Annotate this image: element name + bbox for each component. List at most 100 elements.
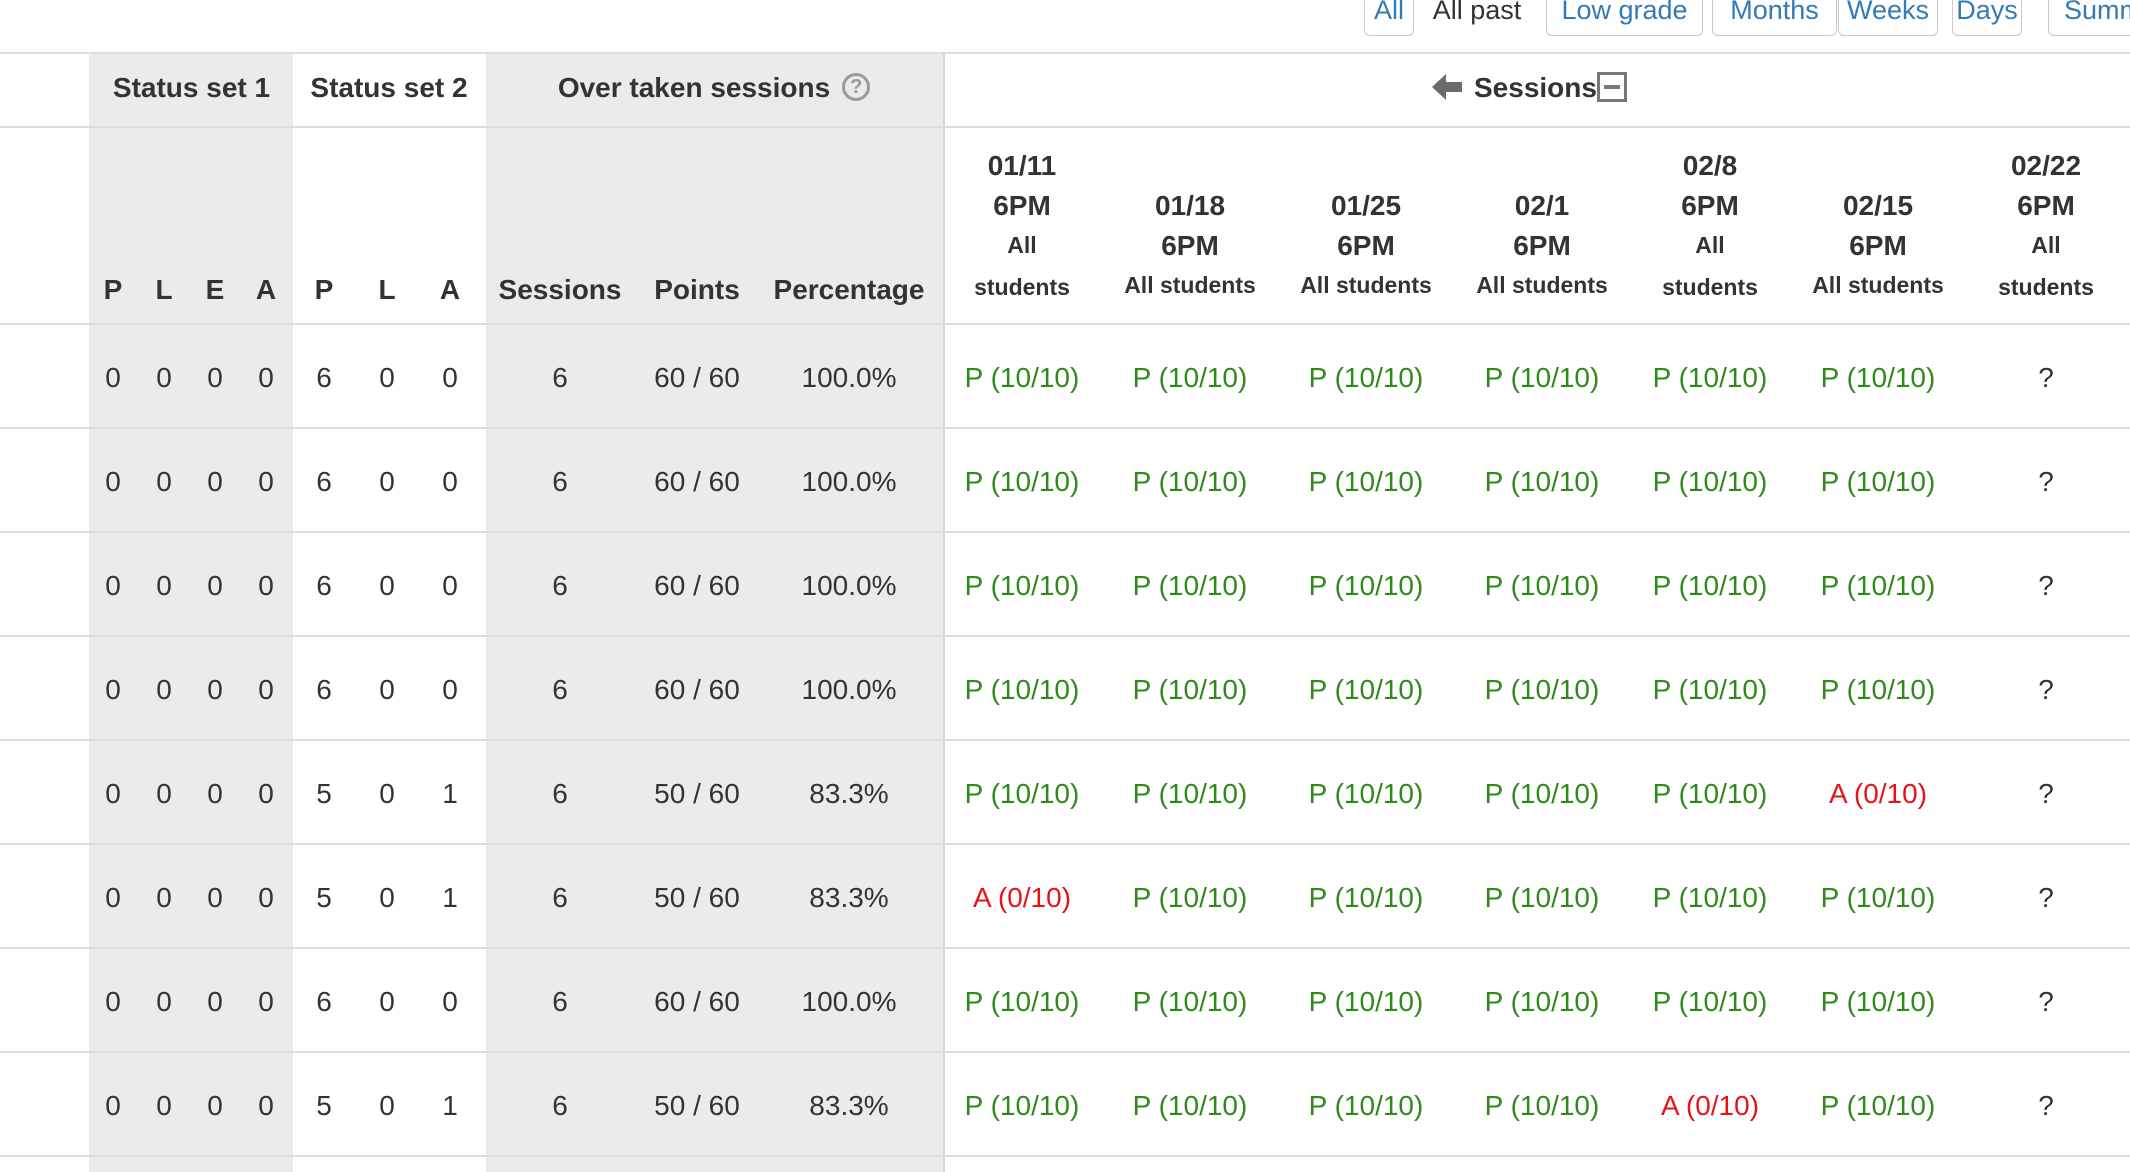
session-status-cell[interactable]: A (0/10)	[1625, 1092, 1795, 1120]
session-status-cell[interactable]: P (10/10)	[1625, 780, 1795, 808]
cell-set1: 0	[105, 778, 121, 809]
group-divider	[483, 53, 486, 1172]
session-status-cell[interactable]: P (10/10)	[1793, 1092, 1963, 1120]
session-date: 01/25	[1330, 190, 1402, 221]
sessions-label: Sessions	[1474, 72, 1597, 103]
session-status-cell[interactable]: P (10/10)	[1625, 676, 1795, 704]
session-status-cell[interactable]: P (10/10)	[1281, 884, 1451, 912]
cell-set2: 0	[442, 674, 458, 705]
row-divider	[0, 323, 2130, 325]
session-status-cell[interactable]: P (10/10)	[1281, 468, 1451, 496]
row-divider	[0, 635, 2130, 637]
session-status-cell[interactable]: P (10/10)	[1457, 364, 1627, 392]
row-divider	[0, 52, 2130, 54]
column-header-set1-l: L	[155, 274, 173, 305]
session-status-cell[interactable]: A (0/10)	[937, 884, 1107, 912]
session-status-cell[interactable]: P (10/10)	[1105, 572, 1275, 600]
row-divider	[0, 427, 2130, 429]
over-taken-sessions-label: Over taken sessions	[557, 72, 831, 103]
session-status-cell[interactable]: P (10/10)	[1793, 988, 1963, 1016]
session-status-cell[interactable]: P (10/10)	[1625, 988, 1795, 1016]
session-time: 6PM	[1849, 230, 1907, 261]
cell-set1: 0	[258, 466, 274, 497]
session-status-cell[interactable]: P (10/10)	[1281, 676, 1451, 704]
session-status-cell[interactable]: P (10/10)	[1793, 468, 1963, 496]
session-status-cell: ?	[2038, 466, 2054, 497]
cell-sessions: 6	[552, 362, 568, 393]
cell-points: 50 / 60	[654, 778, 740, 809]
session-status-cell[interactable]: P (10/10)	[1625, 468, 1795, 496]
session-status-cell[interactable]: P (10/10)	[1457, 988, 1627, 1016]
session-status-cell[interactable]: P (10/10)	[1625, 884, 1795, 912]
question-circle-icon[interactable]: ?	[842, 72, 871, 101]
cell-percentage: 100.0%	[801, 362, 897, 393]
cell-set2: 6	[316, 362, 332, 393]
session-status-cell[interactable]: P (10/10)	[1281, 572, 1451, 600]
session-status-cell[interactable]: P (10/10)	[937, 780, 1107, 808]
cell-points: 60 / 60	[654, 466, 740, 497]
session-group: All	[1007, 232, 1037, 258]
session-status-cell[interactable]: P (10/10)	[1105, 676, 1275, 704]
session-group: students	[1998, 274, 2094, 300]
session-status-cell[interactable]: P (10/10)	[1105, 468, 1275, 496]
column-header-set2-l: L	[378, 274, 396, 305]
session-status-cell[interactable]: P (10/10)	[1625, 364, 1795, 392]
session-date: 02/1	[1514, 190, 1570, 221]
session-status-cell[interactable]: P (10/10)	[937, 572, 1107, 600]
cell-set1: 0	[207, 466, 223, 497]
cell-points: 60 / 60	[654, 674, 740, 705]
cell-sessions: 6	[552, 674, 568, 705]
session-status-cell[interactable]: P (10/10)	[1105, 364, 1275, 392]
cell-set1: 0	[258, 882, 274, 913]
session-status-cell[interactable]: P (10/10)	[1457, 884, 1627, 912]
session-status-cell[interactable]: P (10/10)	[937, 988, 1107, 1016]
session-status-cell[interactable]: A (0/10)	[1793, 780, 1963, 808]
session-status-cell[interactable]: P (10/10)	[1457, 780, 1627, 808]
session-status-cell[interactable]: P (10/10)	[937, 676, 1107, 704]
minus-square-icon[interactable]	[1596, 71, 1627, 102]
session-status-cell[interactable]: P (10/10)	[1457, 572, 1627, 600]
session-status-cell[interactable]: P (10/10)	[937, 1092, 1107, 1120]
session-status-cell[interactable]: P (10/10)	[1793, 364, 1963, 392]
session-status-cell[interactable]: P (10/10)	[1105, 780, 1275, 808]
cell-percentage: 83.3%	[809, 882, 889, 913]
cell-set1: 0	[105, 362, 121, 393]
session-status-cell[interactable]: P (10/10)	[1793, 572, 1963, 600]
cell-percentage: 100.0%	[801, 570, 897, 601]
cell-set1: 0	[258, 986, 274, 1017]
session-status-cell[interactable]: P (10/10)	[1793, 676, 1963, 704]
session-status-cell[interactable]: P (10/10)	[1457, 676, 1627, 704]
attendance-report-table: Status set 1 Status set 2 Over taken ses…	[0, 0, 2130, 1172]
cell-set2: 6	[316, 570, 332, 601]
session-status-cell[interactable]: P (10/10)	[1793, 884, 1963, 912]
session-status-cell[interactable]: P (10/10)	[1281, 364, 1451, 392]
session-status-cell[interactable]: P (10/10)	[1457, 468, 1627, 496]
cell-set1: 0	[258, 362, 274, 393]
session-status-cell[interactable]: P (10/10)	[937, 468, 1107, 496]
session-date: 01/11	[987, 150, 1057, 181]
status-set-2-header: Status set 2	[310, 72, 468, 103]
session-status-cell[interactable]: P (10/10)	[937, 364, 1107, 392]
cell-set1: 0	[156, 466, 172, 497]
session-status-cell[interactable]: P (10/10)	[1457, 1092, 1627, 1120]
session-group: All	[1695, 232, 1725, 258]
session-status-cell[interactable]: P (10/10)	[1105, 1092, 1275, 1120]
cell-set1: 0	[207, 778, 223, 809]
cell-sessions: 6	[552, 570, 568, 601]
session-status-cell[interactable]: P (10/10)	[1281, 1092, 1451, 1120]
over-taken-sessions-header: Over taken sessions?	[484, 72, 944, 104]
cell-percentage: 83.3%	[809, 778, 889, 809]
session-status-cell[interactable]: P (10/10)	[1281, 988, 1451, 1016]
cell-set2: 0	[442, 570, 458, 601]
cell-set2: 6	[316, 466, 332, 497]
session-status-cell[interactable]: P (10/10)	[1625, 572, 1795, 600]
cell-set1: 0	[156, 362, 172, 393]
session-status-cell[interactable]: P (10/10)	[1105, 884, 1275, 912]
column-header-set1-p: P	[103, 274, 123, 305]
arrow-left-icon[interactable]	[1430, 72, 1464, 102]
cell-set1: 0	[105, 1090, 121, 1121]
session-status-cell[interactable]: P (10/10)	[1281, 780, 1451, 808]
cell-sessions: 6	[552, 778, 568, 809]
session-status-cell[interactable]: P (10/10)	[1105, 988, 1275, 1016]
session-group: All	[2031, 232, 2061, 258]
